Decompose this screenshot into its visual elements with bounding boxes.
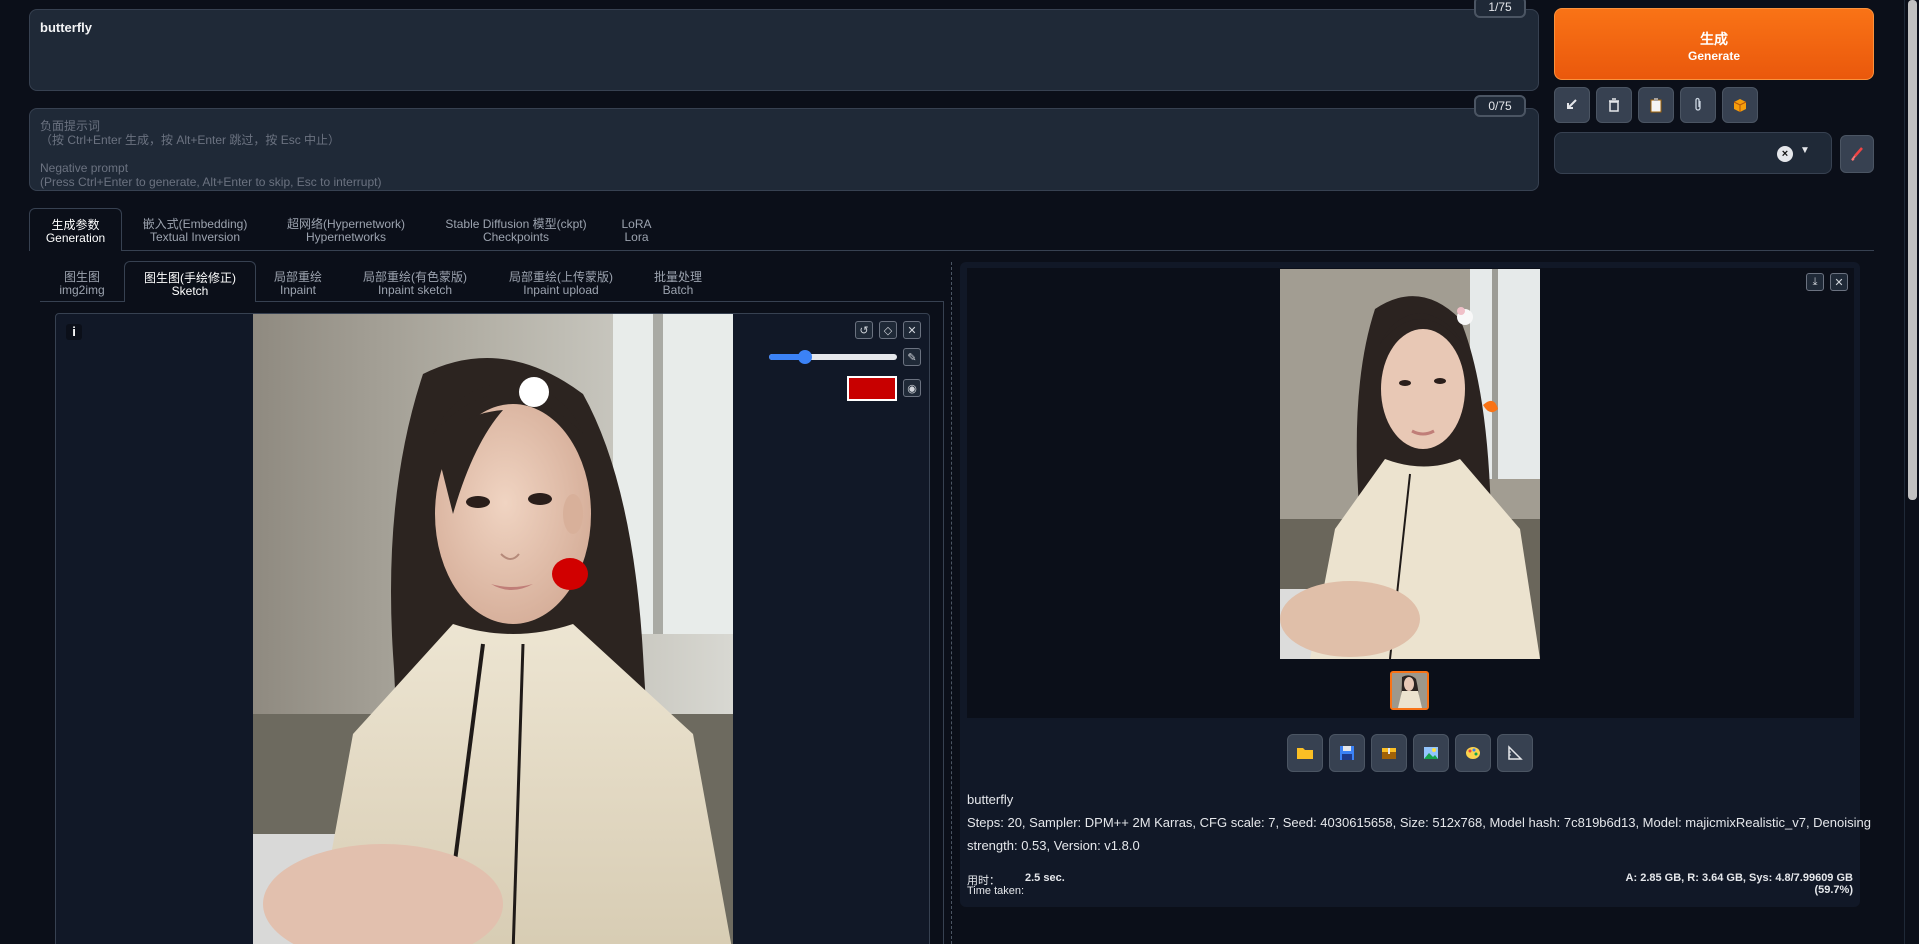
- tab-checkpoints[interactable]: Stable Diffusion 模型(ckpt) Checkpoints: [436, 218, 596, 244]
- negative-prompt-placeholder: 负面提示词 （按 Ctrl+Enter 生成，按 Alt+Enter 跳过，按 …: [40, 119, 382, 189]
- info-badge: i: [66, 324, 82, 340]
- negative-prompt-textarea[interactable]: 负面提示词 （按 Ctrl+Enter 生成，按 Alt+Enter 跳过，按 …: [29, 108, 1539, 191]
- tab-lora-en: Lora: [624, 230, 649, 244]
- chevron-down-icon[interactable]: ▼: [1800, 145, 1810, 156]
- paperclip-icon[interactable]: [1680, 87, 1716, 123]
- close-icon[interactable]: ✕: [903, 321, 921, 339]
- output-image[interactable]: [1280, 269, 1540, 659]
- undo-icon[interactable]: ↺: [855, 321, 873, 339]
- tab-generation-en: Generation: [45, 231, 106, 245]
- tab-batch[interactable]: 批量处理 Batch: [645, 271, 711, 297]
- trash-icon[interactable]: [1596, 87, 1632, 123]
- thumbnail[interactable]: [1390, 671, 1429, 710]
- tab-hypernetworks-en: Hypernetworks: [305, 230, 387, 244]
- box-icon[interactable]: [1722, 87, 1758, 123]
- vram-usage: A: 2.85 GB, R: 3.64 GB, Sys: 4.8/7.99609…: [1625, 872, 1853, 896]
- clipboard-icon[interactable]: [1638, 87, 1674, 123]
- tab-inpaint-upload-en: Inpaint upload: [523, 283, 599, 297]
- brush-size-thumb[interactable]: [797, 350, 812, 364]
- time-label-en: Time taken:: [967, 885, 1025, 897]
- tab-inpaint-upload[interactable]: 局部重绘(上传蒙版) Inpaint upload: [499, 271, 623, 297]
- eraser-icon[interactable]: ◇: [879, 321, 897, 339]
- clear-styles-icon[interactable]: ×: [1777, 146, 1793, 162]
- info-label: i: [72, 324, 76, 339]
- close-output-icon[interactable]: ✕: [1830, 273, 1848, 291]
- download-icon[interactable]: ⤓: [1806, 273, 1824, 291]
- color-picker[interactable]: [847, 376, 897, 401]
- generate-button[interactable]: 生成 Generate: [1554, 8, 1874, 80]
- tab-generation[interactable]: 生成参数 Generation: [29, 208, 122, 251]
- zip-icon[interactable]: [1371, 734, 1407, 772]
- output-prompt: butterfly: [967, 792, 1014, 807]
- prompt-text: butterfly: [40, 20, 92, 35]
- prompt-token-counter: 1/75: [1474, 0, 1526, 18]
- negative-token-counter: 0/75: [1474, 95, 1526, 117]
- time-value: 2.5 sec.: [1025, 872, 1065, 884]
- tab-inpaint-sketch-en: Inpaint sketch: [377, 283, 453, 297]
- ruler-icon[interactable]: [1497, 734, 1533, 772]
- generation-params-line1: Steps: 20, Sampler: DPM++ 2M Karras, CFG…: [967, 815, 1871, 830]
- paint-brush-icon[interactable]: [1840, 135, 1874, 173]
- sketch-canvas[interactable]: i ↺ ◇ ✕ ✎ ◉: [55, 313, 930, 944]
- folder-icon[interactable]: [1287, 734, 1323, 772]
- generate-label-cn: 生成: [1700, 31, 1728, 47]
- prompt-textarea[interactable]: butterfly: [29, 9, 1539, 91]
- palette-icon[interactable]: ◉: [903, 379, 921, 397]
- tab-inpaint-en: Inpaint: [279, 283, 317, 297]
- sketch-image[interactable]: [253, 314, 733, 944]
- brush-size-slider[interactable]: [769, 350, 897, 364]
- tab-inpaint[interactable]: 局部重绘 Inpaint: [268, 271, 328, 297]
- brush-icon[interactable]: ✎: [903, 348, 921, 366]
- image-icon[interactable]: [1413, 734, 1449, 772]
- tab-sketch[interactable]: 图生图(手绘修正) Sketch: [124, 261, 256, 302]
- save-icon[interactable]: [1329, 734, 1365, 772]
- generate-label-en: Generate: [1687, 49, 1741, 63]
- tab-batch-en: Batch: [662, 283, 694, 297]
- tab-inpaint-sketch[interactable]: 局部重绘(有色蒙版) Inpaint sketch: [354, 271, 476, 297]
- tab-textual-inversion-en: Textual Inversion: [149, 230, 241, 244]
- tab-checkpoints-en: Checkpoints: [482, 230, 550, 244]
- tab-sketch-en: Sketch: [171, 284, 209, 298]
- tab-hypernetworks[interactable]: 超网络(Hypernetwork) Hypernetworks: [278, 218, 414, 244]
- tab-lora[interactable]: LoRA Lora: [614, 218, 659, 244]
- styles-dropdown[interactable]: × ▼: [1554, 132, 1832, 174]
- palette-output-icon[interactable]: [1455, 734, 1491, 772]
- tab-img2img-en: img2img: [59, 283, 105, 297]
- generation-params-line2: strength: 0.53, Version: v1.8.0: [967, 838, 1140, 853]
- arrow-down-left-icon[interactable]: [1554, 87, 1590, 123]
- tab-img2img[interactable]: 图生图 img2img: [52, 271, 112, 297]
- tab-textual-inversion[interactable]: 嵌入式(Embedding) Textual Inversion: [135, 218, 255, 244]
- page-scrollbar[interactable]: [1904, 0, 1919, 944]
